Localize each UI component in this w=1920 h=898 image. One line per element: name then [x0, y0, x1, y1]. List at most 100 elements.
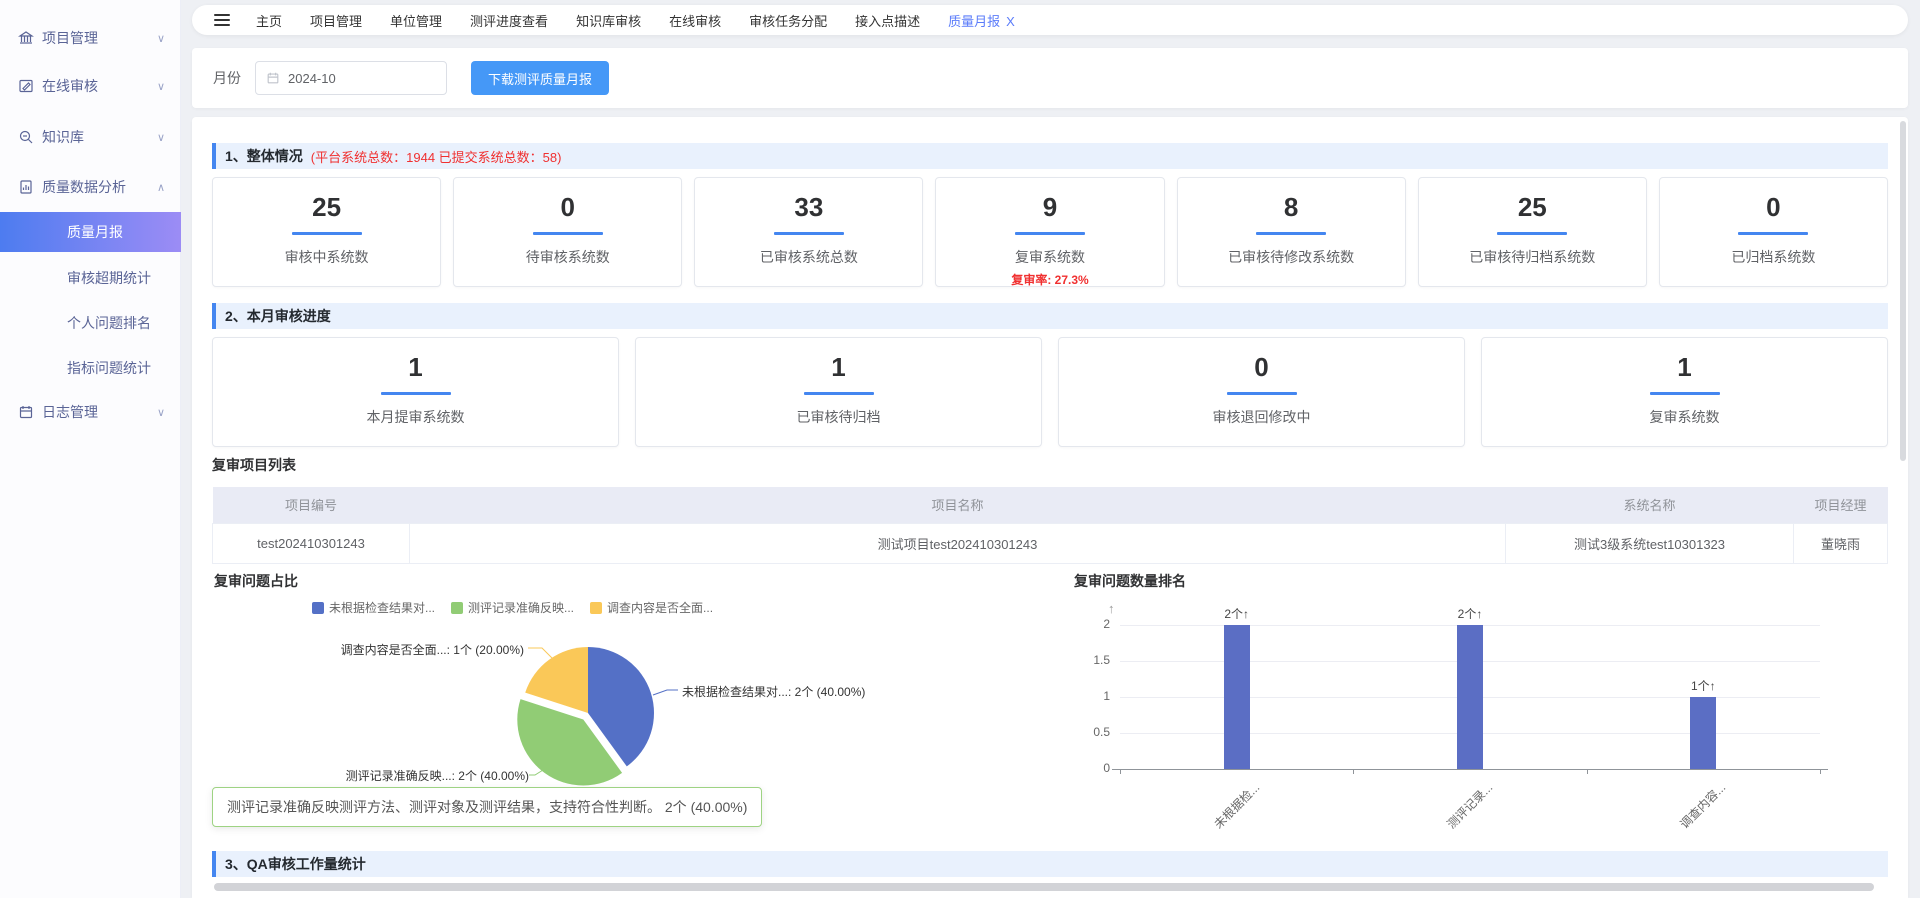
pie-label-not-based: 未根据检查结果对...: 2个 (40.00%) — [682, 683, 865, 700]
stat-label: 已归档系统数 — [1660, 247, 1887, 267]
x-axis-tick — [1587, 769, 1588, 774]
bar-value-label: 1个↑ — [1673, 677, 1733, 694]
col-header-project-manager: 项目经理 — [1794, 487, 1888, 523]
stat-card-to-modify: 8 已审核待修改系统数 — [1177, 177, 1406, 287]
chevron-down-icon: ∨ — [157, 32, 165, 45]
sidebar-item-quality-data-analysis[interactable]: 质量数据分析 ∧ — [0, 167, 181, 207]
bar-value-label: 2个↑ — [1440, 605, 1500, 622]
stat-card-archived: 0 已归档系统数 — [1659, 177, 1888, 287]
nav-tab-unit[interactable]: 单位管理 — [390, 11, 442, 30]
sidebar-subitem-label: 审核超期统计 — [67, 268, 151, 288]
bank-icon — [18, 30, 34, 46]
sidebar-item-project-management[interactable]: 项目管理 ∨ — [0, 18, 181, 58]
analysis-icon — [18, 179, 34, 195]
nav-tab-access-point[interactable]: 接入点描述 — [855, 11, 920, 30]
stat-card-reviewing: 25 审核中系统数 — [212, 177, 441, 287]
sidebar-subitem-personal-issue-ranking[interactable]: 个人问题排名 — [0, 303, 181, 343]
sidebar: 项目管理 ∨ 在线审核 ∨ 知识库 ∨ 质量数据分析 ∧ 质量月报 审核超期统计… — [0, 0, 181, 898]
stat-card-reviewed-total: 33 已审核系统总数 — [694, 177, 923, 287]
stat-card-month-to-archive: 1 已审核待归档 — [635, 337, 1042, 447]
sidebar-item-online-review[interactable]: 在线审核 ∨ — [0, 66, 181, 106]
stat-label: 已审核待归档系统数 — [1419, 247, 1646, 267]
col-header-system-name: 系统名称 — [1506, 487, 1794, 523]
y-axis-tick-label: 2 — [1080, 617, 1110, 631]
section-header-month-progress: 2、本月审核进度 — [212, 303, 1888, 329]
stat-card-re-review: 9 复审系统数 复审率: 27.3% — [935, 177, 1164, 287]
stat-value: 1 — [213, 352, 618, 383]
horizontal-scrollbar[interactable] — [214, 883, 1874, 891]
stat-value: 25 — [1419, 192, 1646, 223]
y-axis-arrow: ↑ — [1108, 601, 1115, 616]
main-content: 1、整体情况 (平台系统总数：1944 已提交系统总数：58) 25 审核中系统… — [192, 117, 1908, 898]
pie-chart-panel: 复审问题占比 未根据检查结果对... 测评记录准确反映... 调查内容是否全面.… — [212, 565, 1052, 841]
month-picker-input[interactable]: 2024-10 — [255, 61, 447, 95]
stat-value: 25 — [213, 192, 440, 223]
nav-tab-online-review[interactable]: 在线审核 — [669, 11, 721, 30]
stat-value: 8 — [1178, 192, 1405, 223]
month-label: 月份 — [213, 68, 241, 88]
sidebar-item-log-management[interactable]: 日志管理 ∨ — [0, 392, 181, 432]
review-table-title: 复审项目列表 — [212, 455, 296, 475]
sidebar-item-label: 知识库 — [42, 127, 84, 147]
stat-value: 1 — [1482, 352, 1887, 383]
pie-label-survey: 调查内容是否全面...: 1个 (20.00%) — [341, 641, 524, 658]
x-axis-tick — [1120, 769, 1121, 774]
sidebar-subitem-label: 指标问题统计 — [67, 358, 151, 378]
x-axis-tick — [1353, 769, 1354, 774]
stat-card-to-archive: 25 已审核待归档系统数 — [1418, 177, 1647, 287]
month-value: 2024-10 — [288, 71, 336, 86]
stat-value: 33 — [695, 192, 922, 223]
nav-tab-progress[interactable]: 测评进度查看 — [470, 11, 548, 30]
nav-tab-task-assign[interactable]: 审核任务分配 — [749, 11, 827, 30]
knowledge-icon — [18, 129, 34, 145]
chevron-down-icon: ∨ — [157, 80, 165, 93]
download-monthly-report-button[interactable]: 下载测评质量月报 — [471, 61, 609, 95]
nav-tab-home[interactable]: 主页 — [256, 11, 282, 30]
stat-card-month-submitted: 1 本月提审系统数 — [212, 337, 619, 447]
section-title: 2、本月审核进度 — [225, 306, 331, 326]
stat-label: 审核退回修改中 — [1059, 407, 1464, 427]
bar[interactable] — [1457, 625, 1483, 769]
vertical-scrollbar[interactable] — [1900, 121, 1906, 461]
filter-bar: 月份 2024-10 下载测评质量月报 — [192, 48, 1908, 108]
active-tab-label: 质量月报 — [948, 14, 1000, 29]
nav-tab-quality-monthly-active[interactable]: 质量月报 X — [948, 11, 1015, 30]
pie-slices — [517, 647, 654, 785]
stat-card-month-re-review: 1 复审系统数 — [1481, 337, 1888, 447]
x-axis-tick — [1820, 769, 1821, 774]
bar-value-label: 2个↑ — [1207, 605, 1267, 622]
x-axis-category-label: 调查内容... — [1676, 779, 1729, 832]
bar[interactable] — [1224, 625, 1250, 769]
sidebar-subitem-label: 个人问题排名 — [67, 313, 151, 333]
y-axis-tick-label: 1.5 — [1080, 653, 1110, 667]
col-header-project-id: 项目编号 — [213, 487, 410, 523]
pie-slice[interactable] — [525, 647, 588, 713]
sidebar-subitem-review-overdue-stats[interactable]: 审核超期统计 — [0, 258, 181, 298]
section-header-overview: 1、整体情况 (平台系统总数：1944 已提交系统总数：58) — [212, 143, 1888, 169]
stat-label: 待审核系统数 — [454, 247, 681, 267]
cell-project-manager: 董晓雨 — [1794, 523, 1888, 563]
log-icon — [18, 404, 34, 420]
stat-label: 复审系统数 — [1482, 407, 1887, 427]
sidebar-item-knowledge-base[interactable]: 知识库 ∨ — [0, 117, 181, 157]
close-tab-icon[interactable]: X — [1006, 14, 1015, 29]
sidebar-subitem-indicator-issue-stats[interactable]: 指标问题统计 — [0, 348, 181, 388]
collapse-menu-icon[interactable] — [214, 14, 230, 26]
sidebar-subitem-quality-monthly-report[interactable]: 质量月报 — [0, 212, 181, 252]
pie-tooltip: 测评记录准确反映测评方法、测评对象及测评结果，支持符合性判断。 2个 (40.0… — [212, 787, 762, 827]
stat-value: 0 — [1660, 192, 1887, 223]
stat-value: 0 — [1059, 352, 1464, 383]
sidebar-item-label: 日志管理 — [42, 402, 98, 422]
col-header-project-name: 项目名称 — [410, 487, 1506, 523]
x-axis-category-label: 未根据检... — [1210, 779, 1263, 832]
chevron-up-icon: ∧ — [157, 181, 165, 194]
review-project-table: 项目编号 项目名称 系统名称 项目经理 test202410301243 测试项… — [212, 487, 1888, 564]
table-row: test202410301243 测试项目test202410301243 测试… — [213, 523, 1888, 563]
calendar-icon — [266, 71, 280, 85]
nav-tab-kb-review[interactable]: 知识库审核 — [576, 11, 641, 30]
nav-tab-project[interactable]: 项目管理 — [310, 11, 362, 30]
section-title: 3、QA审核工作量统计 — [225, 854, 366, 874]
section-title: 1、整体情况 — [225, 146, 303, 166]
bar[interactable] — [1690, 697, 1716, 769]
bar-chart-panel: 复审问题数量排名 00.511.52↑2个↑未根据检...2个↑测评记录...1… — [1072, 565, 1888, 841]
